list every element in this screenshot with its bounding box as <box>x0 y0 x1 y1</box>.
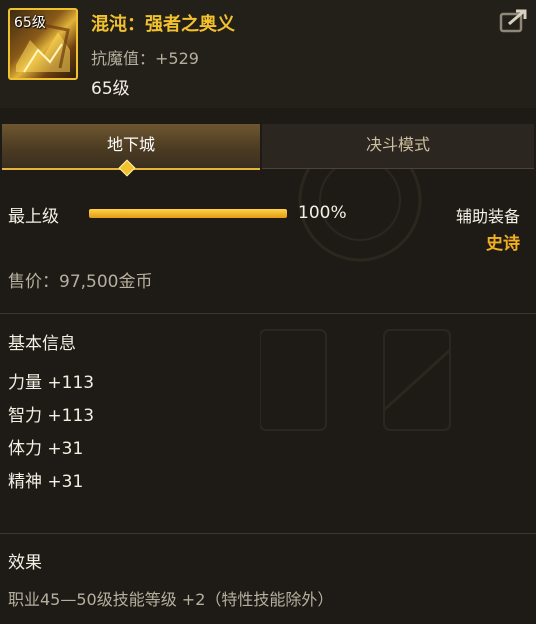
grade-progress-bar <box>89 209 287 218</box>
grade-label: 最上级 <box>8 207 59 227</box>
basic-info-title: 基本信息 <box>8 334 76 354</box>
item-icon[interactable]: 65级 <box>8 8 78 80</box>
share-button[interactable] <box>499 9 527 33</box>
divider <box>0 313 536 314</box>
item-name: 混沌：强者之奥义 <box>91 14 235 35</box>
share-icon <box>499 9 527 33</box>
slot-type: 辅助装备 <box>455 207 520 226</box>
effect-title: 效果 <box>8 553 42 573</box>
mode-tabs: 地下城 决斗模式 <box>0 124 536 177</box>
effect-description: 职业45—50级技能等级 +2（特性技能除外） <box>8 590 334 609</box>
stat-intelligence: 智力 +113 <box>8 406 95 426</box>
tab-pvp[interactable]: 决斗模式 <box>262 124 534 169</box>
stat-strength: 力量 +113 <box>8 373 95 393</box>
stat-vitality: 体力 +31 <box>8 439 84 459</box>
rarity-label: 史诗 <box>486 234 520 254</box>
grade-percent: 100% <box>298 203 347 223</box>
item-level-badge: 65级 <box>14 15 46 31</box>
grade-progress-fill <box>89 209 287 218</box>
magic-resistance: 抗魔值：+529 <box>91 49 199 68</box>
divider <box>0 533 536 534</box>
stat-spirit: 精神 +31 <box>8 472 84 492</box>
item-header: 65级 混沌：强者之奥义 抗魔值：+529 65级 <box>0 0 536 108</box>
item-level: 65级 <box>91 79 130 99</box>
sell-price: 售价：97,500金币 <box>8 272 153 292</box>
